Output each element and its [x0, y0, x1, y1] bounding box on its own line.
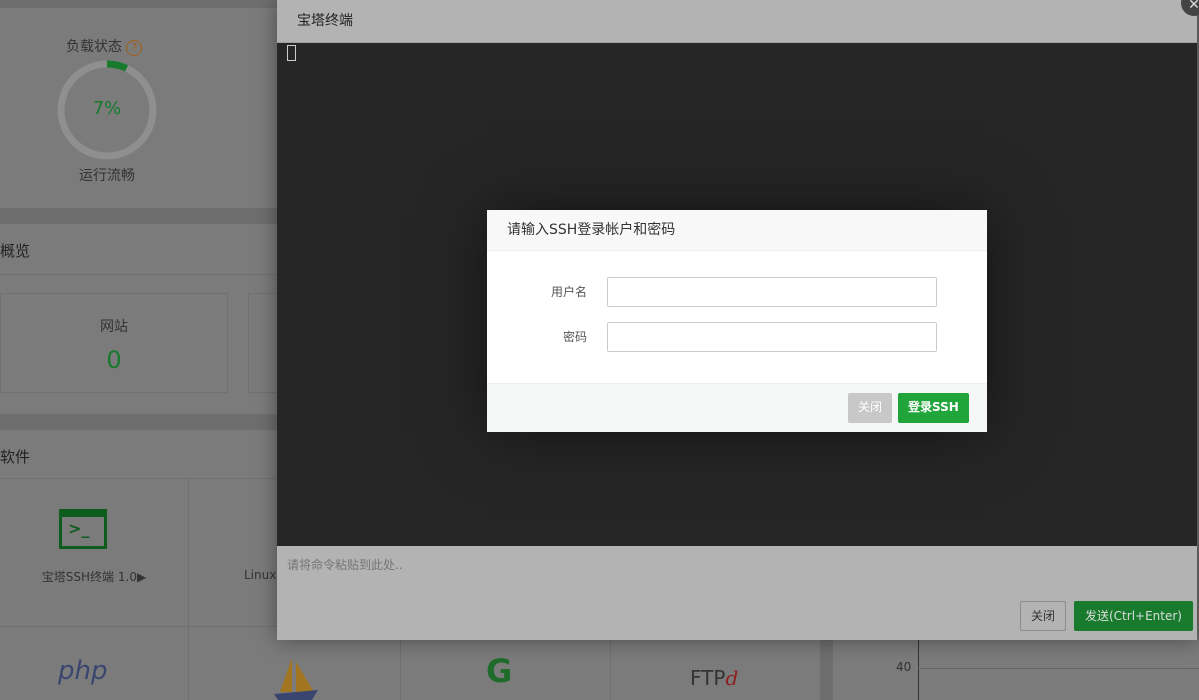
software-item-ssh-terminal[interactable]: >_ 宝塔SSH终端 1.0▶ — [0, 478, 188, 626]
load-status-title: 负载状态 — [66, 39, 122, 55]
terminal-close-button[interactable]: 关闭 — [1020, 601, 1067, 631]
password-input[interactable] — [607, 322, 937, 352]
load-status-card: 负载状态 ? 7% 运行流畅 — [0, 8, 277, 208]
username-label: 用户名 — [550, 285, 587, 299]
login-ssh-button[interactable]: 登录SSH — [898, 393, 969, 423]
command-paste-input[interactable] — [277, 546, 1197, 596]
load-percent: 7% — [92, 98, 122, 119]
chart-panel: 40 — [833, 640, 1199, 700]
g-icon[interactable]: G — [486, 652, 512, 690]
software-item-label: 宝塔SSH终端 1.0▶ — [41, 570, 147, 584]
site-card[interactable]: 网站 0 — [0, 293, 228, 393]
terminal-title: 宝塔终端 — [277, 0, 1197, 43]
software-item-label: Linux — [244, 568, 277, 582]
software-item-linux[interactable]: Linux — [188, 478, 278, 626]
terminal-cursor — [287, 45, 296, 61]
send-button[interactable]: 发送(Ctrl+Enter) — [1074, 601, 1193, 631]
overview-section: 概览 网站 0 — [0, 224, 288, 414]
password-label: 密码 — [562, 330, 587, 344]
tomcat-icon[interactable] — [272, 656, 320, 700]
ftp-logo[interactable]: FTPd — [690, 666, 738, 690]
php-logo[interactable]: php — [58, 656, 108, 686]
dialog-title: 请输入SSH登录帐户和密码 — [487, 210, 987, 251]
username-input[interactable] — [607, 277, 937, 307]
dialog-footer: 关闭 登录SSH — [487, 383, 987, 432]
site-count[interactable]: 0 — [1, 346, 227, 374]
chart-tick-label: 40 — [896, 660, 912, 674]
terminal-icon: >_ — [59, 509, 107, 549]
overview-title: 概览 — [0, 242, 31, 260]
load-status-text: 运行流畅 — [79, 168, 135, 184]
ssh-login-dialog: 请输入SSH登录帐户和密码 用户名 密码 关闭 登录SSH — [487, 210, 987, 432]
dialog-close-button[interactable]: 关闭 — [848, 393, 893, 423]
question-circle-icon[interactable]: ? — [126, 40, 143, 56]
software-title: 软件 — [0, 448, 31, 466]
site-label: 网站 — [100, 319, 128, 335]
